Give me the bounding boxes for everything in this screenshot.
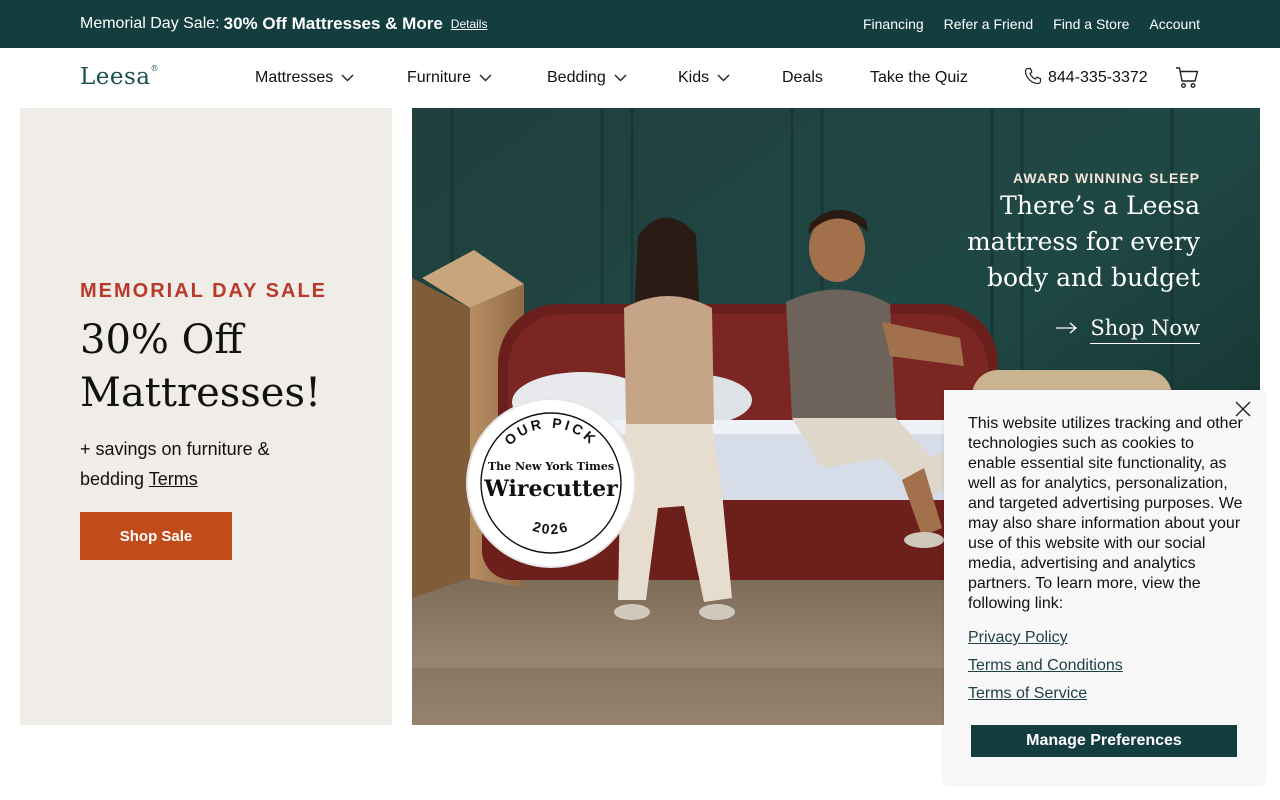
badge-name: Wirecutter xyxy=(484,476,618,502)
utility-links: Financing Refer a Friend Find a Store Ac… xyxy=(863,0,1200,48)
promo-bar: Memorial Day Sale: 30% Off Mattresses & … xyxy=(0,0,1280,48)
badge-top-text: OUR PICK xyxy=(501,415,601,449)
nav-item-label: Bedding xyxy=(547,69,606,86)
cookie-message: This website utilizes tracking and other… xyxy=(968,415,1243,612)
hero-title: There’s a Leesa mattress for every body … xyxy=(966,191,1200,292)
account-link[interactable]: Account xyxy=(1149,16,1200,32)
nav-item-label: Kids xyxy=(678,69,710,86)
manage-preferences-button[interactable]: Manage Preferences xyxy=(971,725,1237,757)
chevron-down-icon xyxy=(614,74,627,82)
sale-title: 30% Off Mattresses! xyxy=(80,317,322,416)
nav-item-label: Take the Quiz xyxy=(870,69,968,86)
badge-year-text: 2026 xyxy=(531,518,571,537)
nav-item-label: Furniture xyxy=(407,69,472,86)
badge-publisher: The New York Times xyxy=(487,460,615,473)
nav-item-deals[interactable]: Deals xyxy=(782,69,870,87)
sale-subtitle: + savings on furniture & bedding Terms xyxy=(80,434,330,494)
chevron-down-icon xyxy=(341,74,354,82)
privacy-policy-link[interactable]: Privacy Policy xyxy=(968,628,1123,648)
shop-now-label: Shop Now xyxy=(1090,316,1200,344)
promo-details-link[interactable]: Details xyxy=(451,17,488,31)
cookie-links: Privacy Policy Terms and Conditions Term… xyxy=(968,628,1123,704)
nav-item-label: Deals xyxy=(782,69,823,86)
shop-sale-button[interactable]: Shop Sale xyxy=(80,512,232,560)
refer-a-friend-link[interactable]: Refer a Friend xyxy=(944,16,1033,32)
phone-number: 844-335-3372 xyxy=(1048,69,1148,86)
nav-item-bedding[interactable]: Bedding xyxy=(547,69,678,87)
chevron-down-icon xyxy=(479,74,492,82)
phone-link[interactable]: 844-335-3372 xyxy=(1024,48,1148,108)
sale-terms-link[interactable]: Terms xyxy=(149,469,198,489)
chevron-down-icon xyxy=(717,74,730,82)
nav-item-mattresses[interactable]: Mattresses xyxy=(255,69,407,87)
nav-item-furniture[interactable]: Furniture xyxy=(407,69,547,87)
logo-text: Leesa xyxy=(80,64,151,90)
leesa-logo[interactable]: Leesa® xyxy=(80,64,159,90)
promo-message: Memorial Day Sale: 30% Off Mattresses & … xyxy=(80,0,487,48)
nav-item-take-the-quiz[interactable]: Take the Quiz xyxy=(870,69,968,87)
nav-links: Mattresses Furniture Bedding Kids Deals … xyxy=(255,48,968,108)
logo-mark: ® xyxy=(150,64,160,73)
sale-panel: MEMORIAL DAY SALE 30% Off Mattresses! + … xyxy=(20,108,392,725)
hero-eyebrow: AWARD WINNING SLEEP xyxy=(1012,170,1200,186)
arrow-right-icon xyxy=(1056,321,1078,339)
phone-icon xyxy=(1024,67,1042,90)
promo-headline: 30% Off Mattresses & More xyxy=(223,14,443,33)
shop-now-link[interactable]: Shop Now xyxy=(1056,316,1200,344)
find-a-store-link[interactable]: Find a Store xyxy=(1053,16,1129,32)
sale-eyebrow: MEMORIAL DAY SALE xyxy=(80,280,327,302)
financing-link[interactable]: Financing xyxy=(863,16,924,32)
terms-and-conditions-link[interactable]: Terms and Conditions xyxy=(968,656,1123,676)
cookie-consent-dialog: This website utilizes tracking and other… xyxy=(944,390,1264,784)
wirecutter-badge: OUR PICK 2026 The New York Times Wirecut… xyxy=(466,398,636,568)
cart-icon[interactable] xyxy=(1174,66,1200,90)
nav-item-kids[interactable]: Kids xyxy=(678,69,782,87)
terms-of-service-link[interactable]: Terms of Service xyxy=(968,684,1123,704)
promo-lead: Memorial Day Sale: xyxy=(80,15,220,32)
nav-item-label: Mattresses xyxy=(255,69,334,86)
main-nav: Leesa® Mattresses Furniture Bedding Kids… xyxy=(0,48,1280,108)
